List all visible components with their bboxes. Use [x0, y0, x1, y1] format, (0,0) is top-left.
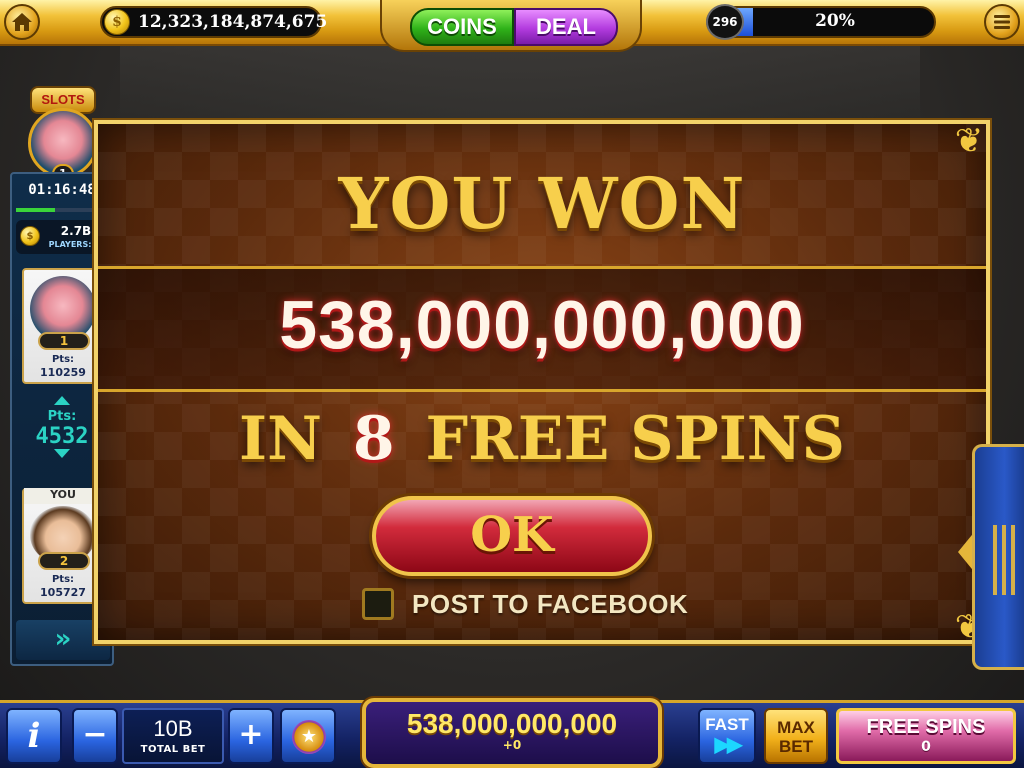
achievements-button[interactable]: ★: [280, 708, 336, 764]
increase-bet-button[interactable]: +: [228, 708, 274, 764]
win-dialog: ❦ ❦ YOU WON 538,000,000,000 IN 8 FREE SP…: [94, 120, 990, 647]
free-spins-label: FREE SPINS: [866, 716, 986, 738]
free-spins-count: 0: [921, 739, 931, 755]
coin-balance-value: 12,323,184,874,675: [138, 12, 328, 32]
fast-label: FAST: [705, 715, 749, 734]
spins-count: 8: [352, 404, 395, 474]
leaderboard-player-card[interactable]: 1 Pts: 110259: [22, 268, 104, 384]
total-bet-value: 10B: [153, 716, 193, 741]
coin-icon: $: [20, 226, 40, 246]
grip-handle-icon: [993, 525, 1015, 595]
background-building: [120, 40, 920, 130]
menu-button[interactable]: [984, 4, 1020, 40]
player-rank: 1: [38, 332, 90, 350]
my-points-label: Pts:: [51, 574, 75, 585]
home-button[interactable]: [4, 4, 40, 40]
deal-button[interactable]: DEAL: [514, 8, 618, 46]
level-badge: 296: [706, 4, 744, 40]
coin-balance: $ 12,323,184,874,675: [100, 6, 327, 38]
post-to-facebook-option[interactable]: POST TO FACEBOOK: [362, 586, 688, 622]
slot-game-screen: $ 12,323,184,874,675 COINS DEAL 296 20% …: [0, 0, 1024, 768]
max-label: MAX: [777, 718, 815, 737]
my-rank: 2: [38, 552, 90, 570]
win-display: 538,000,000,000 +0: [362, 698, 662, 768]
arrow-down-icon: [54, 449, 70, 458]
win-display-delta: +0: [502, 738, 522, 752]
free-spins-button[interactable]: FREE SPINS 0: [836, 708, 1016, 764]
star-medal-icon: ★: [292, 720, 326, 754]
side-drawer-tab[interactable]: [972, 444, 1024, 670]
fast-spin-button[interactable]: FAST ▶▶: [698, 708, 756, 764]
win-amount: 538,000,000,000: [279, 287, 805, 363]
hamburger-menu-icon: [994, 15, 1010, 29]
spins-suffix: FREE SPINS: [425, 404, 845, 474]
fast-forward-icon: ▶▶: [714, 734, 743, 756]
post-to-facebook-label: POST TO FACEBOOK: [412, 588, 689, 619]
level-progress-text: 20%: [815, 11, 855, 31]
info-button[interactable]: i: [6, 708, 62, 764]
decrease-bet-button[interactable]: −: [72, 708, 118, 764]
player-points-label: Pts:: [51, 354, 75, 365]
bet-label: BET: [779, 737, 813, 756]
home-icon: [12, 13, 32, 31]
double-chevron-right-icon: »: [54, 624, 72, 654]
ok-button[interactable]: OK: [372, 496, 652, 576]
my-player-card[interactable]: YOU 2 Pts: 105727: [22, 488, 104, 604]
spins-prefix: IN: [239, 404, 322, 474]
coins-button[interactable]: COINS: [410, 8, 514, 46]
arrow-up-icon: [54, 396, 70, 405]
win-display-amount: 538,000,000,000: [406, 708, 618, 739]
dialog-heading: YOU WON: [338, 162, 746, 245]
corner-ornament-icon: ❦: [954, 121, 984, 161]
coin-icon: $: [104, 9, 130, 35]
player-points: 110259: [40, 366, 86, 379]
you-tag: YOU: [24, 488, 102, 504]
free-spins-line: IN 8 FREE SPINS: [98, 404, 986, 474]
total-bet-label: TOTAL BET: [140, 744, 206, 755]
max-bet-button[interactable]: MAX BET: [764, 708, 828, 764]
post-to-facebook-checkbox[interactable]: [362, 588, 394, 620]
total-bet-display: 10B TOTAL BET: [122, 708, 224, 764]
my-points: 105727: [40, 586, 86, 599]
